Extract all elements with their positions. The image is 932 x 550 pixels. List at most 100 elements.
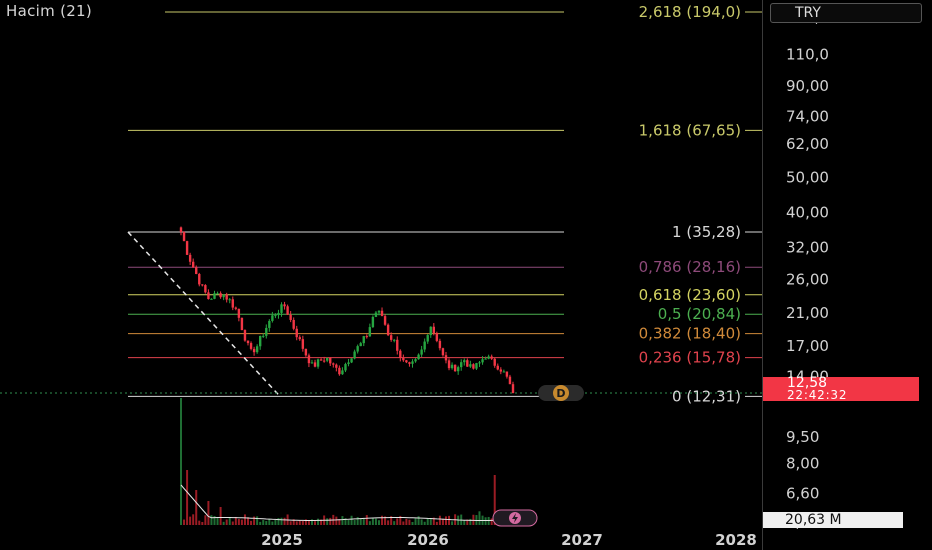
volume-bar	[381, 515, 384, 525]
volume-bar	[469, 518, 472, 525]
volume-bar	[256, 516, 259, 525]
candle-body	[435, 332, 439, 341]
volume-bar	[335, 516, 338, 525]
volume-bar	[393, 521, 396, 525]
y-tick-label: 50,00	[786, 169, 829, 187]
fib-level-label: 0,236 (15,78)	[639, 349, 741, 367]
volume-bar	[478, 511, 481, 525]
candle-body	[216, 293, 219, 295]
volume-bar	[207, 501, 210, 525]
volume-bar	[408, 519, 411, 525]
candle-body	[344, 364, 347, 371]
candle-body	[460, 362, 463, 368]
candle-body	[240, 317, 244, 331]
volume-bar	[423, 521, 426, 525]
price-chart[interactable]: 170,0140,0110,090,0074,0062,0050,0040,00…	[0, 0, 932, 550]
candle-body	[508, 376, 512, 385]
candle-body	[277, 312, 280, 316]
currency-button[interactable]: TRY	[770, 3, 922, 23]
volume-bar	[365, 515, 368, 525]
volume-bar	[414, 518, 417, 525]
candle-body	[374, 312, 378, 317]
candle-body	[502, 371, 506, 373]
volume-bar	[204, 515, 207, 525]
volume-bar	[448, 515, 451, 525]
candle-body	[405, 360, 408, 363]
candle-body	[274, 315, 277, 317]
event-marker	[492, 509, 538, 527]
volume-bar	[451, 521, 454, 525]
candle-body	[313, 362, 317, 367]
volume-bar	[402, 521, 405, 525]
candle-body	[307, 355, 311, 364]
volume-bar	[472, 514, 475, 525]
volume-bar	[359, 518, 362, 525]
candle-body	[493, 358, 496, 366]
fib-level-label: 1,618 (67,65)	[639, 121, 741, 139]
candle-body	[204, 285, 207, 293]
candle-body	[280, 304, 283, 313]
volume-bar	[374, 518, 377, 525]
y-tick-label: 32,00	[786, 238, 829, 256]
candle-body	[301, 339, 305, 349]
volume-bar	[265, 521, 268, 525]
candle-body	[478, 362, 481, 364]
fib-level-label: 0,5 (20,84)	[658, 305, 741, 323]
y-tick-label: 62,00	[786, 135, 829, 153]
candle-body	[466, 360, 469, 367]
y-tick-label: 17,00	[786, 337, 829, 355]
candle-body	[499, 369, 503, 372]
candle-body	[219, 293, 222, 298]
candle-body	[195, 267, 198, 274]
volume-bar	[317, 518, 320, 525]
candle-body	[210, 298, 213, 300]
candle-body	[292, 319, 295, 329]
volume-bar	[259, 521, 262, 525]
candle-body	[396, 339, 399, 351]
candle-body	[444, 355, 448, 361]
candle-body	[295, 328, 298, 338]
volume-bar	[295, 521, 298, 525]
volume-bar	[435, 521, 438, 525]
volume-bar	[210, 515, 213, 525]
candle-body	[481, 359, 484, 363]
candle-body	[386, 324, 390, 336]
candle-body	[338, 367, 341, 375]
y-tick-label: 90,00	[786, 77, 829, 95]
volume-bar	[240, 519, 243, 525]
volume-bar	[262, 520, 265, 525]
candle-body	[322, 360, 326, 362]
volume-bar	[250, 520, 253, 525]
fib-level-label: 0 (12,31)	[672, 387, 741, 405]
volume-ma-line	[180, 484, 514, 521]
y-tick-label: 74,00	[786, 107, 829, 125]
volume-bar	[396, 518, 399, 525]
candle-body	[231, 299, 234, 308]
volume-bar	[192, 514, 195, 525]
candle-body	[243, 330, 247, 341]
candle-body	[411, 361, 414, 364]
x-tick-label: 2027	[561, 531, 603, 549]
candle-body	[383, 316, 387, 325]
candle-body	[262, 335, 265, 337]
dividend-marker: D	[538, 384, 584, 401]
volume-bar	[228, 517, 231, 525]
volume-indicator-label[interactable]: Hacim (21)	[6, 2, 92, 20]
volume-bar	[298, 520, 301, 525]
candle-body	[341, 370, 344, 375]
candle-body	[182, 232, 186, 242]
y-tick-label: 110,0	[786, 46, 829, 64]
candle-body	[310, 362, 314, 364]
candle-body	[201, 284, 204, 286]
candle-body	[304, 348, 308, 356]
volume-bar	[180, 398, 182, 525]
candle-body	[268, 320, 271, 328]
volume-bar	[307, 521, 310, 525]
candle-body	[408, 362, 411, 364]
volume-value-tag: 20,63 M	[763, 512, 903, 528]
volume-bar	[347, 519, 350, 525]
candle-body	[426, 335, 429, 342]
candle-body	[371, 316, 375, 328]
x-tick-label: 2028	[715, 531, 757, 549]
candle-body	[252, 348, 256, 353]
